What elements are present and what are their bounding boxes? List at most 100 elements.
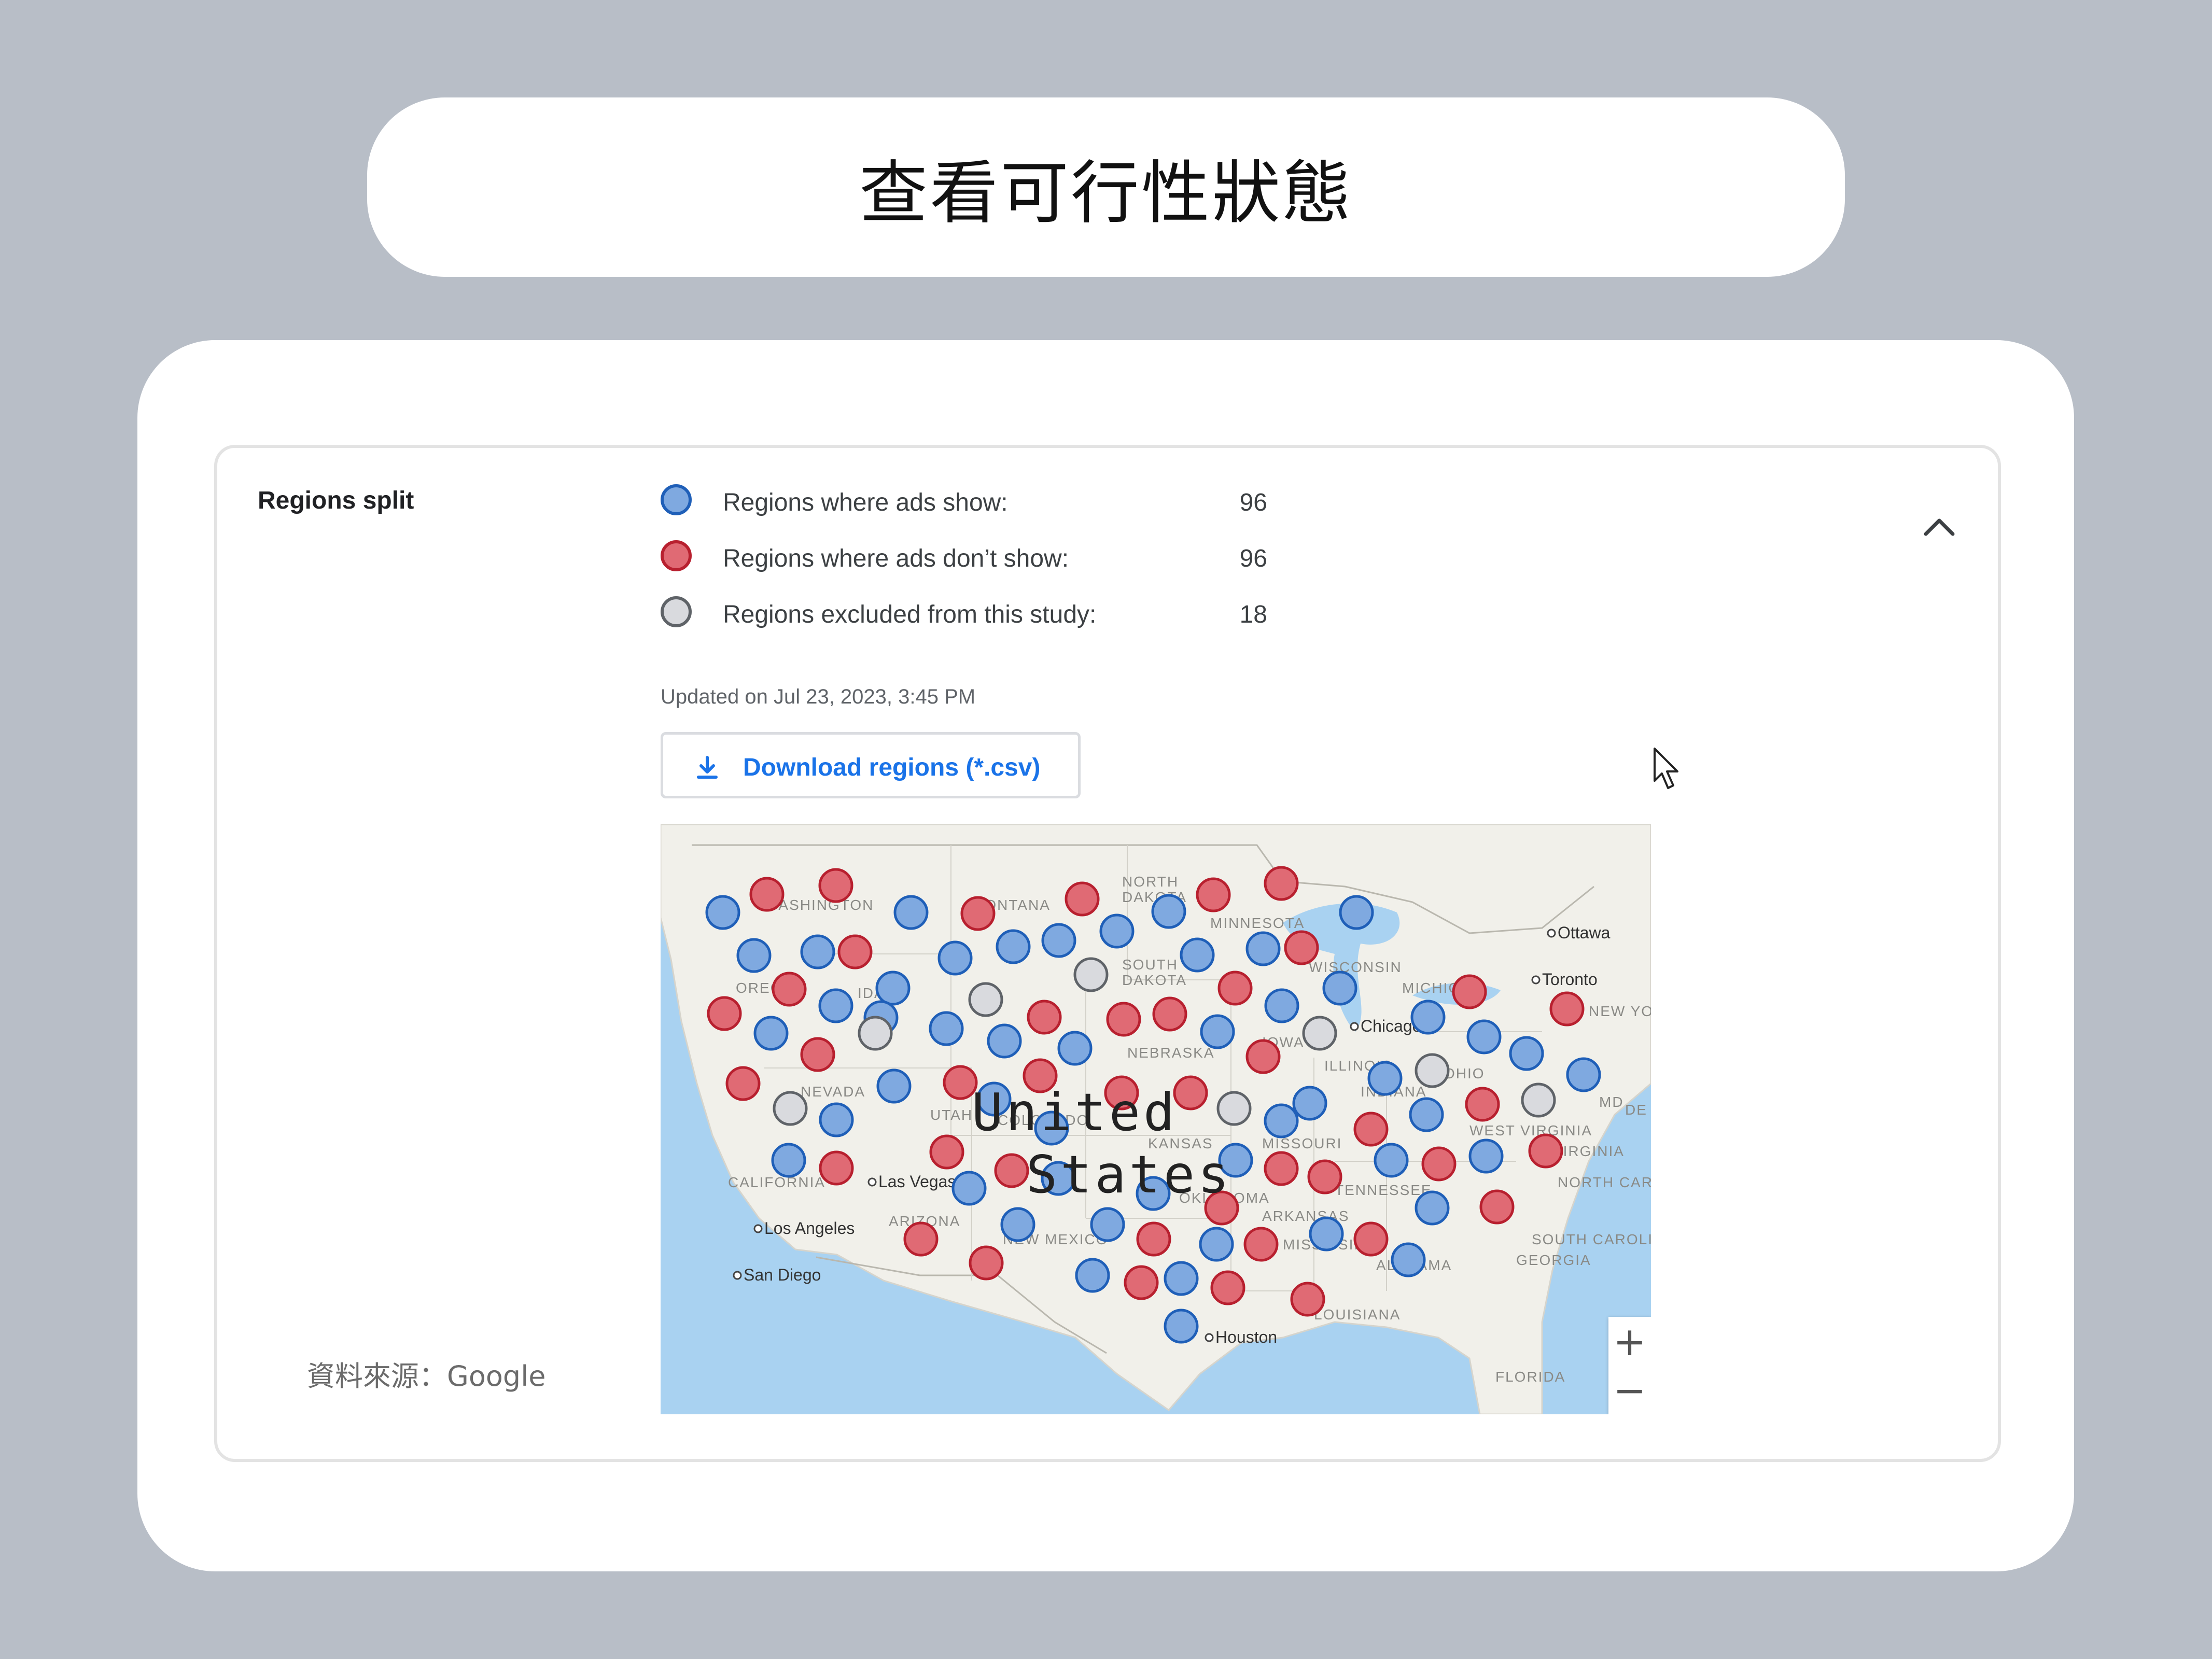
- region-marker-ads-show[interactable]: [893, 895, 929, 930]
- region-marker-ads-dont-show[interactable]: [1243, 1227, 1279, 1262]
- region-marker-ads-dont-show[interactable]: [1210, 1270, 1245, 1305]
- region-marker-ads-show[interactable]: [1322, 971, 1357, 1006]
- region-marker-excluded[interactable]: [1216, 1091, 1252, 1126]
- legend-count: 96: [1239, 489, 1267, 516]
- region-marker-ads-show[interactable]: [987, 1023, 1022, 1059]
- region-marker-ads-show[interactable]: [1374, 1143, 1409, 1178]
- region-marker-ads-show[interactable]: [1264, 1103, 1299, 1138]
- region-marker-ads-dont-show[interactable]: [1307, 1159, 1342, 1194]
- region-marker-ads-dont-show[interactable]: [707, 996, 742, 1031]
- region-marker-excluded[interactable]: [1073, 957, 1109, 992]
- region-marker-ads-show[interactable]: [1245, 931, 1281, 966]
- region-marker-ads-show[interactable]: [1099, 913, 1135, 949]
- region-marker-ads-show[interactable]: [1410, 1000, 1446, 1035]
- region-marker-ads-show[interactable]: [876, 1068, 912, 1104]
- region-marker-ads-dont-show[interactable]: [1245, 1039, 1281, 1074]
- region-marker-ads-dont-show[interactable]: [994, 1153, 1029, 1188]
- download-regions-button[interactable]: Download regions (*.csv): [661, 732, 1081, 798]
- region-marker-ads-dont-show[interactable]: [772, 972, 807, 1007]
- region-marker-ads-show[interactable]: [736, 938, 772, 973]
- red-dot-icon: [661, 540, 692, 571]
- region-marker-ads-show[interactable]: [705, 895, 740, 930]
- region-marker-ads-dont-show[interactable]: [1528, 1133, 1563, 1169]
- region-marker-ads-show[interactable]: [753, 1016, 789, 1051]
- city-dot-icon: [867, 1177, 877, 1187]
- region-marker-ads-show[interactable]: [1200, 1014, 1235, 1049]
- region-marker-ads-dont-show[interactable]: [1196, 877, 1231, 912]
- region-marker-ads-show[interactable]: [996, 929, 1031, 964]
- region-marker-excluded[interactable]: [1521, 1082, 1556, 1118]
- region-marker-ads-dont-show[interactable]: [903, 1221, 939, 1257]
- region-marker-ads-show[interactable]: [937, 940, 973, 976]
- region-marker-ads-show[interactable]: [771, 1143, 806, 1178]
- region-marker-ads-dont-show[interactable]: [1290, 1282, 1325, 1317]
- region-marker-ads-show[interactable]: [1199, 1227, 1234, 1262]
- region-marker-excluded[interactable]: [1415, 1053, 1450, 1088]
- region-marker-ads-dont-show[interactable]: [725, 1066, 761, 1101]
- regions-map[interactable]: NORTH DAKOTA MINNESOTA SOUTH DAKOTA WISCONSIN…: [661, 824, 1651, 1414]
- region-marker-ads-show[interactable]: [1391, 1242, 1426, 1277]
- region-marker-ads-dont-show[interactable]: [1136, 1221, 1171, 1257]
- region-marker-ads-dont-show[interactable]: [1217, 971, 1253, 1006]
- region-marker-ads-dont-show[interactable]: [800, 1037, 835, 1072]
- region-marker-ads-show[interactable]: [1000, 1207, 1035, 1242]
- region-marker-ads-dont-show[interactable]: [1027, 1000, 1062, 1035]
- region-marker-ads-show[interactable]: [1292, 1086, 1327, 1121]
- zoom-out-button[interactable]: −: [1608, 1366, 1651, 1414]
- region-marker-ads-show[interactable]: [1309, 1216, 1344, 1252]
- region-marker-ads-show[interactable]: [1339, 895, 1374, 930]
- region-marker-ads-show[interactable]: [951, 1171, 987, 1206]
- region-marker-ads-dont-show[interactable]: [969, 1245, 1004, 1281]
- region-marker-ads-show[interactable]: [929, 1011, 964, 1046]
- region-marker-ads-dont-show[interactable]: [1152, 996, 1187, 1032]
- region-marker-ads-show[interactable]: [1041, 923, 1076, 958]
- region-marker-ads-show[interactable]: [1164, 1309, 1199, 1344]
- region-marker-ads-show[interactable]: [1075, 1258, 1110, 1293]
- region-marker-ads-dont-show[interactable]: [1124, 1265, 1159, 1300]
- region-marker-ads-show[interactable]: [1057, 1031, 1093, 1066]
- legend-count: 18: [1239, 601, 1267, 628]
- region-marker-ads-show[interactable]: [875, 971, 911, 1006]
- region-marker-ads-dont-show[interactable]: [1353, 1112, 1389, 1147]
- state-label: MISSOURI: [1262, 1135, 1342, 1151]
- region-marker-ads-dont-show[interactable]: [1452, 974, 1487, 1009]
- region-marker-ads-show[interactable]: [800, 934, 835, 969]
- region-marker-ads-dont-show[interactable]: [1264, 866, 1299, 901]
- collapse-button[interactable]: [1919, 508, 1960, 544]
- region-marker-ads-show[interactable]: [1468, 1138, 1504, 1174]
- region-marker-ads-dont-show[interactable]: [1353, 1221, 1389, 1257]
- region-marker-excluded[interactable]: [968, 982, 1003, 1017]
- region-marker-ads-dont-show[interactable]: [837, 934, 873, 969]
- region-marker-ads-dont-show[interactable]: [1173, 1075, 1208, 1110]
- region-marker-ads-show[interactable]: [1367, 1061, 1403, 1096]
- region-marker-ads-dont-show[interactable]: [929, 1134, 964, 1170]
- region-marker-excluded[interactable]: [773, 1091, 808, 1126]
- region-marker-ads-show[interactable]: [1264, 988, 1299, 1023]
- region-marker-ads-show[interactable]: [1090, 1207, 1125, 1242]
- region-marker-excluded[interactable]: [1302, 1016, 1337, 1051]
- region-marker-ads-dont-show[interactable]: [819, 1150, 854, 1186]
- region-marker-ads-dont-show[interactable]: [749, 877, 785, 912]
- region-marker-ads-dont-show[interactable]: [1065, 881, 1100, 917]
- region-marker-ads-show[interactable]: [1566, 1057, 1601, 1092]
- region-marker-ads-dont-show[interactable]: [960, 896, 996, 931]
- region-marker-ads-dont-show[interactable]: [1549, 991, 1585, 1027]
- region-marker-ads-dont-show[interactable]: [1465, 1087, 1500, 1122]
- region-marker-ads-show[interactable]: [1415, 1190, 1450, 1226]
- region-marker-ads-dont-show[interactable]: [1421, 1146, 1457, 1182]
- region-marker-ads-dont-show[interactable]: [1106, 1002, 1141, 1037]
- region-marker-ads-dont-show[interactable]: [1284, 930, 1319, 965]
- zoom-in-button[interactable]: +: [1608, 1317, 1651, 1366]
- region-marker-ads-show[interactable]: [1466, 1019, 1502, 1055]
- region-marker-excluded[interactable]: [858, 1016, 893, 1051]
- region-marker-ads-show[interactable]: [1509, 1036, 1544, 1071]
- region-marker-ads-dont-show[interactable]: [1264, 1151, 1299, 1186]
- region-marker-ads-dont-show[interactable]: [1479, 1189, 1515, 1225]
- region-marker-ads-show[interactable]: [818, 988, 853, 1023]
- region-marker-ads-show[interactable]: [1164, 1261, 1199, 1296]
- region-marker-ads-show[interactable]: [1180, 937, 1215, 973]
- region-marker-ads-dont-show[interactable]: [818, 868, 853, 903]
- region-marker-ads-show[interactable]: [1409, 1097, 1444, 1132]
- region-marker-ads-show[interactable]: [819, 1102, 854, 1137]
- region-marker-ads-show[interactable]: [1151, 894, 1186, 929]
